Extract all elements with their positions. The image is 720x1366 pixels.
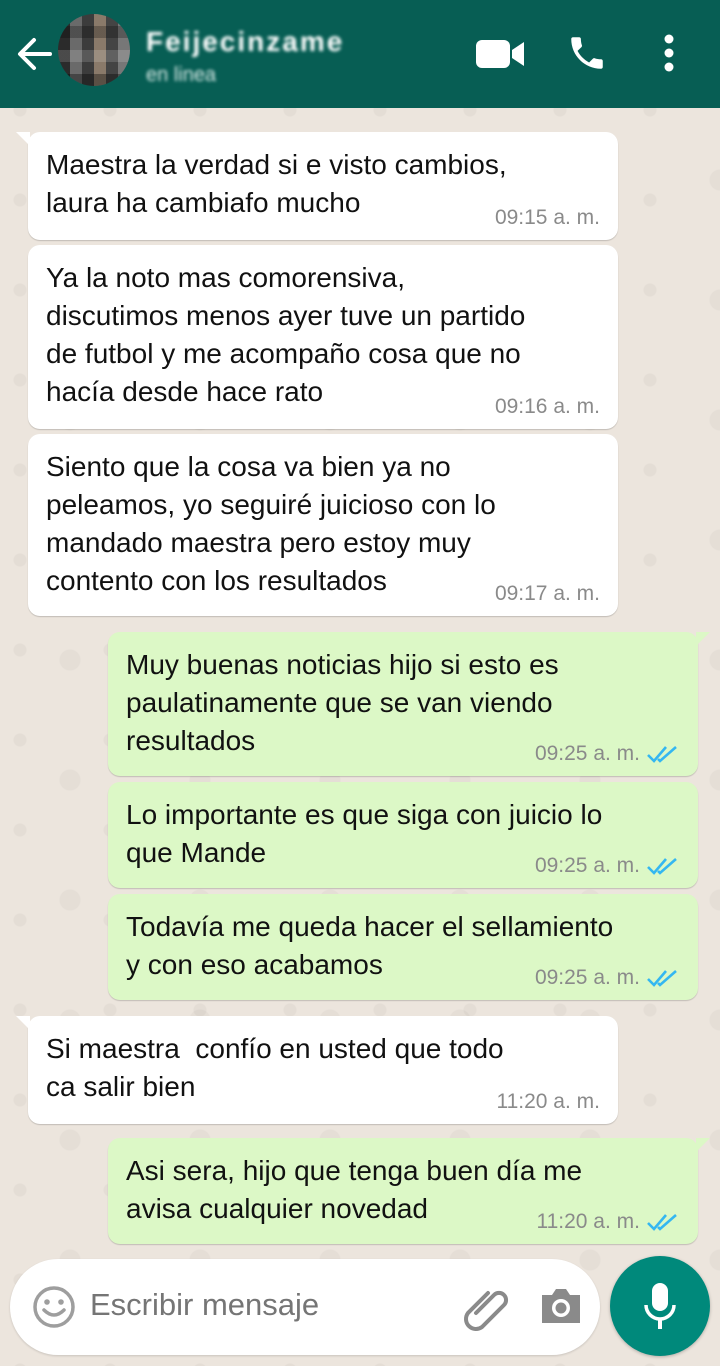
message-time: 11:20 a. m. xyxy=(536,1210,640,1233)
emoji-button[interactable] xyxy=(32,1285,76,1334)
contact-status: en linea xyxy=(146,64,217,86)
message-text: Siento que la cosa va bien ya no peleamo… xyxy=(46,451,496,596)
message-time: 11:20 a. m. xyxy=(496,1090,600,1113)
message-time: 09:25 a. m. xyxy=(534,854,640,877)
microphone-icon xyxy=(644,1283,676,1329)
message-meta: 09:25 a. m. xyxy=(535,966,680,990)
message-time: 09:25 a. m. xyxy=(534,966,640,989)
message-meta: 11:20 a. m. xyxy=(496,1090,600,1114)
message-meta: 09:25 a. m. xyxy=(535,854,680,878)
contact-name[interactable]: Feijecinzame xyxy=(146,26,344,58)
arrow-left-icon xyxy=(18,38,52,70)
message-input[interactable] xyxy=(90,1287,430,1323)
message-outgoing[interactable]: Lo importante es que siga con juicio lo … xyxy=(108,782,698,888)
message-time: 09:17 a. m. xyxy=(494,582,600,605)
message-meta: 11:20 a. m. xyxy=(536,1210,680,1234)
message-incoming[interactable]: Si maestra confío en usted que todo ca s… xyxy=(16,1016,618,1124)
video-call-button[interactable] xyxy=(476,38,526,75)
message-incoming[interactable]: Maestra la verdad si e visto cambios, la… xyxy=(16,132,618,240)
message-outgoing[interactable]: Muy buenas noticias hijo si esto es paul… xyxy=(108,632,710,776)
avatar[interactable] xyxy=(58,14,130,86)
message-text: Ya la noto mas comorensiva, discutimos m… xyxy=(46,262,526,407)
message-meta: 09:16 a. m. xyxy=(495,395,600,419)
message-meta: 09:25 a. m. xyxy=(535,742,680,766)
message-composer xyxy=(10,1259,600,1355)
emoji-icon xyxy=(33,1286,75,1328)
message-incoming[interactable]: Ya la noto mas comorensiva, discutimos m… xyxy=(28,245,618,429)
attach-button[interactable] xyxy=(462,1283,512,1338)
read-ticks-icon xyxy=(647,858,677,875)
read-ticks-icon xyxy=(647,970,677,987)
paperclip-icon xyxy=(464,1290,509,1331)
message-outgoing[interactable]: Todavía me queda hacer el sellamiento y … xyxy=(108,894,698,1000)
message-meta: 09:17 a. m. xyxy=(495,582,600,606)
phone-icon xyxy=(571,37,603,69)
chat-header: Feijecinzame en linea xyxy=(0,0,720,108)
read-ticks-icon xyxy=(647,746,677,763)
message-time: 09:15 a. m. xyxy=(494,206,600,229)
message-time: 09:16 a. m. xyxy=(494,395,600,418)
read-ticks-icon xyxy=(647,1214,677,1231)
message-outgoing[interactable]: Asi sera, hijo que tenga buen día me avi… xyxy=(108,1138,710,1244)
message-incoming[interactable]: Siento que la cosa va bien ya no peleamo… xyxy=(28,434,618,616)
back-button[interactable] xyxy=(14,34,54,74)
camera-icon xyxy=(542,1289,580,1323)
message-meta: 09:15 a. m. xyxy=(495,206,600,230)
voice-message-button[interactable] xyxy=(610,1256,710,1356)
more-options-button[interactable] xyxy=(662,32,676,79)
video-camera-icon xyxy=(476,40,524,68)
message-time: 09:25 a. m. xyxy=(534,742,640,765)
camera-button[interactable] xyxy=(538,1285,584,1332)
voice-call-button[interactable] xyxy=(566,32,608,79)
more-vertical-icon xyxy=(664,34,674,72)
